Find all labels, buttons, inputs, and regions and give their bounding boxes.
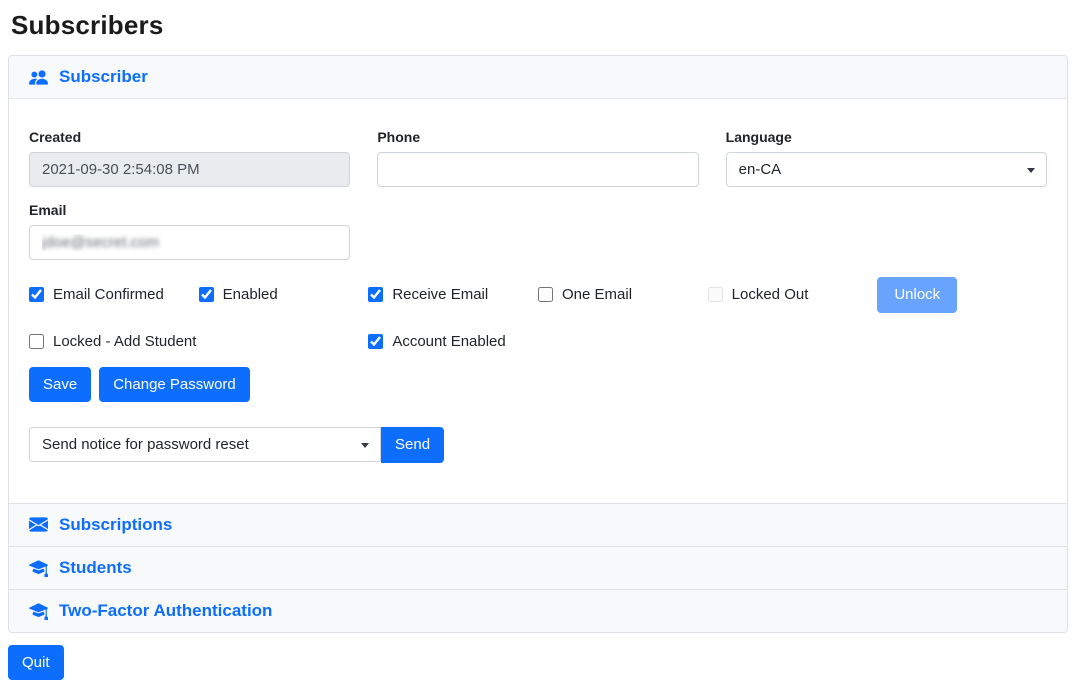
created-label: Created (29, 129, 350, 145)
email-label: Email (29, 202, 350, 218)
students-section-title: Students (59, 558, 132, 578)
action-buttons-row: Save Change Password (29, 367, 1047, 403)
notice-select-wrap: Send notice for password reset (29, 427, 381, 463)
language-label: Language (726, 129, 1047, 145)
save-button[interactable]: Save (29, 367, 91, 403)
subscriber-form: Created Phone Language en-CA (9, 99, 1067, 503)
phone-field-group: Phone (377, 129, 698, 187)
created-field-group: Created (29, 129, 350, 187)
receive-email-label: Receive Email (392, 286, 488, 303)
phone-label: Phone (377, 129, 698, 145)
subscriptions-section-header[interactable]: Subscriptions (9, 503, 1067, 546)
quit-button[interactable]: Quit (8, 645, 64, 681)
receive-email-checkbox[interactable] (368, 287, 383, 302)
locked-add-student-checkbox[interactable] (29, 334, 44, 349)
two-factor-section-header[interactable]: Two-Factor Authentication (9, 589, 1067, 632)
subscriber-section-header[interactable]: Subscriber (9, 56, 1067, 99)
account-enabled-checkbox-group: Account Enabled (368, 333, 707, 350)
subscriptions-section-title: Subscriptions (59, 515, 172, 535)
language-select[interactable]: en-CA (726, 152, 1047, 187)
locked-out-checkbox (708, 287, 723, 302)
phone-input[interactable] (377, 152, 698, 187)
language-field-group: Language en-CA (726, 129, 1047, 187)
enabled-label: Enabled (223, 286, 278, 303)
change-password-button[interactable]: Change Password (99, 367, 250, 403)
one-email-label: One Email (562, 286, 632, 303)
quit-row: Quit (8, 645, 1068, 681)
account-enabled-label: Account Enabled (392, 333, 505, 350)
email-confirmed-label: Email Confirmed (53, 286, 164, 303)
enabled-checkbox-group: Enabled (199, 286, 369, 303)
receive-email-checkbox-group: Receive Email (368, 286, 538, 303)
one-email-checkbox-group: One Email (538, 286, 708, 303)
subscribers-card: Subscriber Created Phone Language en-CA (8, 55, 1068, 633)
checkbox-grid: Email Confirmed Enabled Receive Email On… (29, 277, 1047, 350)
account-enabled-checkbox[interactable] (368, 334, 383, 349)
people-icon (29, 68, 48, 87)
locked-add-student-checkbox-group: Locked - Add Student (29, 333, 368, 350)
notice-select[interactable]: Send notice for password reset (29, 427, 381, 462)
language-select-wrap: en-CA (726, 152, 1047, 187)
email-confirmed-checkbox-group: Email Confirmed (29, 286, 199, 303)
created-input (29, 152, 350, 187)
unlock-button[interactable]: Unlock (877, 277, 957, 313)
send-button[interactable]: Send (381, 427, 444, 463)
envelope-icon (29, 515, 48, 534)
locked-out-checkbox-group: Locked Out (708, 286, 878, 303)
subscriber-section-title: Subscriber (59, 67, 148, 87)
email-field-group: Email (29, 202, 350, 260)
email-input[interactable] (29, 225, 350, 260)
students-section-header[interactable]: Students (9, 546, 1067, 589)
notice-send-group: Send notice for password reset Send (29, 427, 1047, 463)
locked-out-label: Locked Out (732, 286, 809, 303)
one-email-checkbox[interactable] (538, 287, 553, 302)
page: Subscribers Subscriber Created Phone Lan… (0, 0, 1082, 690)
graduation-cap-icon (29, 601, 48, 620)
graduation-cap-icon (29, 558, 48, 577)
page-title: Subscribers (11, 10, 1068, 41)
locked-add-student-label: Locked - Add Student (53, 333, 196, 350)
two-factor-section-title: Two-Factor Authentication (59, 601, 272, 621)
enabled-checkbox[interactable] (199, 287, 214, 302)
email-confirmed-checkbox[interactable] (29, 287, 44, 302)
